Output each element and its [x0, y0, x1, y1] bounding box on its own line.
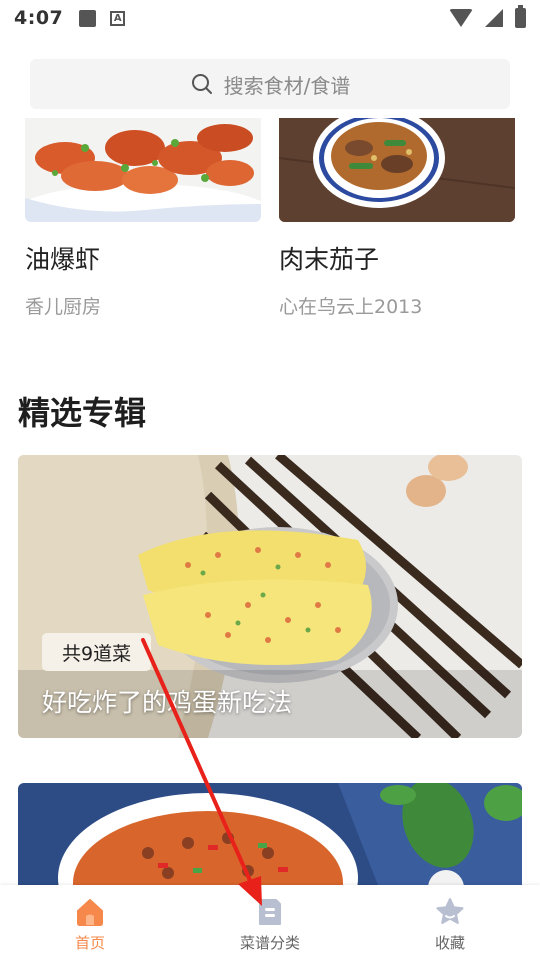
recipe-category-icon	[259, 899, 281, 925]
album-card[interactable]: 共9道菜 好吃炸了的鸡蛋新吃法	[18, 455, 522, 738]
recipe-card[interactable]: 肉末茄子 心在乌云上2013	[279, 118, 515, 319]
bottom-tab-bar: 首页 菜谱分类 收藏	[0, 885, 540, 960]
album-dish-count-badge: 共9道菜	[42, 633, 152, 671]
tab-recipe-category[interactable]: 菜谱分类	[180, 885, 360, 960]
keyboard-icon: A	[110, 10, 126, 26]
wifi-icon	[449, 9, 473, 27]
search-bar[interactable]: 搜索食材/食谱	[30, 59, 510, 109]
recipe-card[interactable]: 油爆虾 香儿厨房	[25, 118, 261, 319]
recipe-author: 香儿厨房	[25, 296, 102, 318]
recipe-image-eggplant[interactable]	[279, 118, 515, 222]
minced-meat-bowl-image	[18, 783, 522, 885]
album-title[interactable]: 好吃炸了的鸡蛋新吃法	[42, 683, 292, 719]
battery-icon	[515, 5, 526, 28]
tab-favorites[interactable]: 收藏	[360, 885, 540, 960]
tab-label: 收藏	[434, 934, 465, 952]
search-icon	[191, 74, 212, 94]
notification-icon	[79, 9, 97, 27]
eggplant-dish-image	[279, 118, 515, 222]
signal-icon	[485, 9, 503, 27]
status-bar: 4:07 A	[0, 0, 540, 36]
recipe-title[interactable]: 肉末茄子	[279, 240, 515, 276]
home-icon	[77, 899, 103, 926]
section-title: 精选专辑	[18, 394, 147, 432]
recipe-title[interactable]: 油爆虾	[25, 240, 261, 276]
tab-label: 首页	[74, 934, 105, 952]
tab-label: 菜谱分类	[239, 934, 300, 952]
status-time: 4:07	[14, 7, 64, 29]
recipe-image-shrimp[interactable]	[25, 118, 261, 222]
tab-home[interactable]: 首页	[0, 885, 180, 960]
star-icon	[436, 898, 464, 924]
shrimp-dish-image	[25, 118, 261, 222]
album-card[interactable]	[18, 783, 522, 885]
search-placeholder: 搜索食材/食谱	[223, 73, 351, 98]
recipe-author: 心在乌云上2013	[279, 296, 423, 318]
